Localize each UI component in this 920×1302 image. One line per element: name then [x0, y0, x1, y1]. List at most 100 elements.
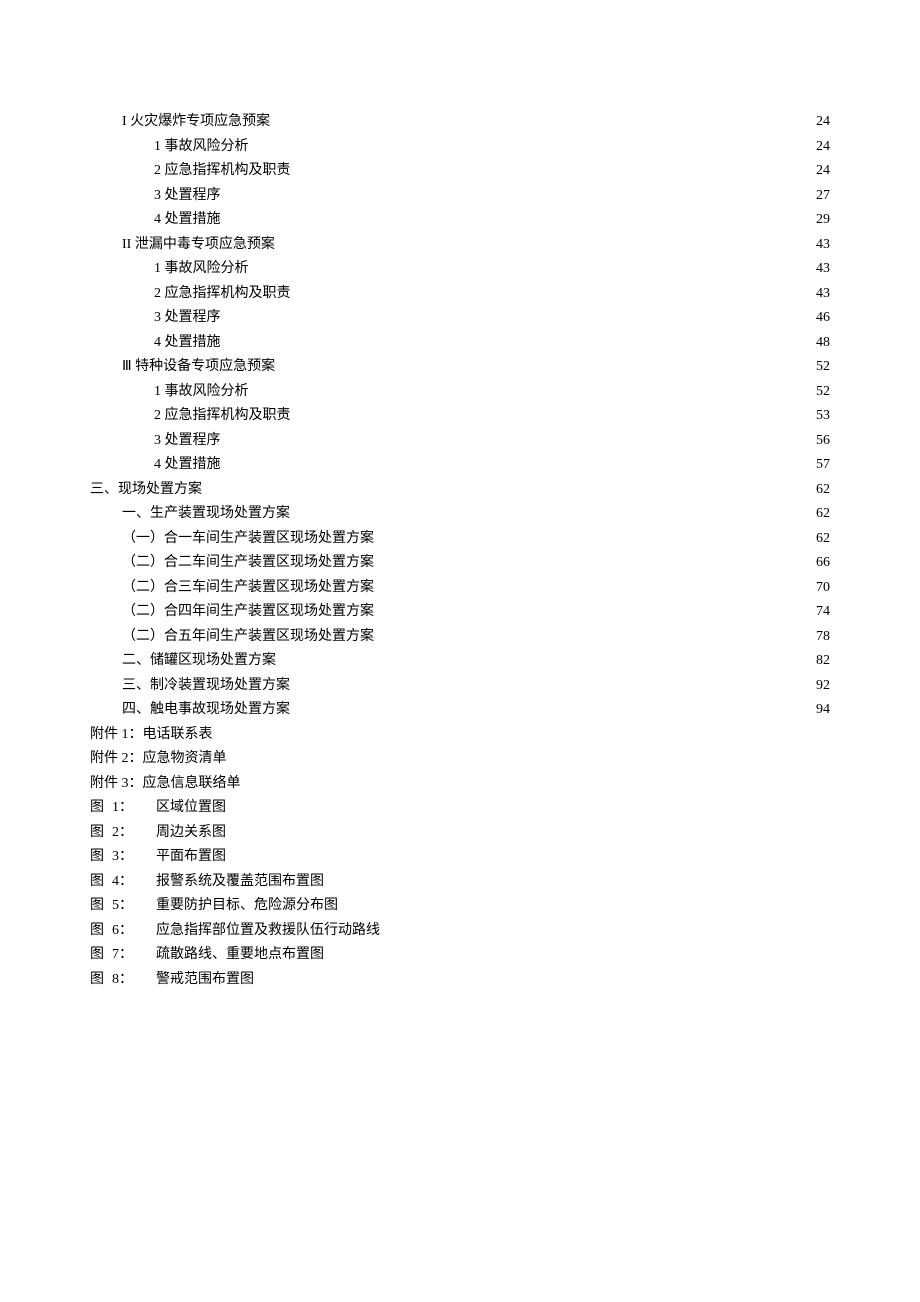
toc-label: 二、储罐区现场处置方案: [122, 649, 276, 674]
figure-line: 图3：平面布置图: [90, 845, 830, 870]
figure-line: 图1：区域位置图: [90, 796, 830, 821]
figures-list: 图1：区域位置图图2：周边关系图图3：平面布置图图4：报警系统及覆盖范围布置图图…: [90, 796, 830, 992]
toc-label: 1 事故风险分析: [154, 380, 249, 405]
toc-page-number: 66: [814, 551, 830, 576]
table-of-contents: I 火灾爆炸专项应急预案 241 事故风险分析 242 应急指挥机构及职责 24…: [90, 110, 830, 723]
toc-page-number: 70: [814, 576, 830, 601]
toc-page-number: 24: [814, 110, 830, 135]
toc-page-number: 94: [814, 698, 830, 723]
figure-line: 图7：疏散路线、重要地点布置图: [90, 943, 830, 968]
toc-page-number: 52: [814, 380, 830, 405]
toc-page-number: 43: [814, 257, 830, 282]
toc-entry: 3 处置程序 56: [90, 429, 830, 454]
toc-entry: 一、生产装置现场处置方案 62: [90, 502, 830, 527]
toc-entry: 4 处置措施 57: [90, 453, 830, 478]
toc-label: （二）合二车间生产装置区现场处置方案: [122, 551, 374, 576]
toc-page-number: 74: [814, 600, 830, 625]
toc-entry: 二、储罐区现场处置方案 82: [90, 649, 830, 674]
figure-number: 5：: [112, 894, 156, 919]
toc-entry: 1 事故风险分析 52: [90, 380, 830, 405]
figure-title: 周边关系图: [156, 821, 830, 846]
toc-label: 4 处置措施: [154, 331, 221, 356]
toc-page-number: 62: [814, 478, 830, 503]
figure-number: 2：: [112, 821, 156, 846]
figure-label: 图: [90, 968, 112, 993]
toc-entry: （二）合四年间生产装置区现场处置方案 74: [90, 600, 830, 625]
toc-entry: 4 处置措施 48: [90, 331, 830, 356]
toc-entry: 四、触电事故现场处置方案 94: [90, 698, 830, 723]
attachments-list: 附件 1：电话联系表附件 2：应急物资清单附件 3：应急信息联络单: [90, 723, 830, 797]
figure-label: 图: [90, 943, 112, 968]
toc-entry: I 火灾爆炸专项应急预案 24: [90, 110, 830, 135]
toc-label: （二）合四年间生产装置区现场处置方案: [122, 600, 374, 625]
figure-line: 图2：周边关系图: [90, 821, 830, 846]
toc-entry: II 泄漏中毒专项应急预案 43: [90, 233, 830, 258]
figure-title: 疏散路线、重要地点布置图: [156, 943, 830, 968]
toc-page-number: 24: [814, 135, 830, 160]
toc-label: 三、现场处置方案: [90, 478, 202, 503]
toc-label: 四、触电事故现场处置方案: [122, 698, 290, 723]
toc-page-number: 92: [814, 674, 830, 699]
attachment-line: 附件 1：电话联系表: [90, 723, 830, 748]
toc-label: 3 处置程序: [154, 429, 221, 454]
toc-label: 1 事故风险分析: [154, 135, 249, 160]
toc-entry: Ⅲ 特种设备专项应急预案 52: [90, 355, 830, 380]
toc-label: （二）合五年间生产装置区现场处置方案: [122, 625, 374, 650]
toc-page-number: 62: [814, 502, 830, 527]
toc-entry: （二）合五年间生产装置区现场处置方案78: [90, 625, 830, 650]
figure-label: 图: [90, 845, 112, 870]
figure-number: 8：: [112, 968, 156, 993]
figure-label: 图: [90, 894, 112, 919]
toc-page-number: 62: [814, 527, 830, 552]
toc-page-number: 56: [814, 429, 830, 454]
toc-label: 2 应急指挥机构及职责: [154, 159, 291, 184]
figure-title: 警戒范围布置图: [156, 968, 830, 993]
toc-label: （二）合三车间生产装置区现场处置方案: [122, 576, 374, 601]
toc-page-number: 52: [814, 355, 830, 380]
figure-line: 图4：报警系统及覆盖范围布置图: [90, 870, 830, 895]
toc-label: 3 处置程序: [154, 184, 221, 209]
toc-label: 3 处置程序: [154, 306, 221, 331]
toc-label: I 火灾爆炸专项应急预案: [122, 110, 270, 135]
figure-number: 6：: [112, 919, 156, 944]
toc-page-number: 27: [814, 184, 830, 209]
figure-line: 图6：应急指挥部位置及救援队伍行动路线: [90, 919, 830, 944]
toc-page-number: 29: [814, 208, 830, 233]
toc-label: 4 处置措施: [154, 453, 221, 478]
toc-entry: 3 处置程序 27: [90, 184, 830, 209]
figure-number: 7：: [112, 943, 156, 968]
figure-label: 图: [90, 870, 112, 895]
figure-number: 3：: [112, 845, 156, 870]
figure-title: 报警系统及覆盖范围布置图: [156, 870, 830, 895]
figure-title: 区域位置图: [156, 796, 830, 821]
toc-entry: 三、现场处置方案 62: [90, 478, 830, 503]
toc-page-number: 43: [814, 233, 830, 258]
figure-label: 图: [90, 796, 112, 821]
figure-title: 应急指挥部位置及救援队伍行动路线: [156, 919, 830, 944]
toc-label: 4 处置措施: [154, 208, 221, 233]
toc-page-number: 82: [814, 649, 830, 674]
toc-entry: 1 事故风险分析 24: [90, 135, 830, 160]
toc-page-number: 46: [814, 306, 830, 331]
toc-label: （一）合一车间生产装置区现场处置方案: [122, 527, 374, 552]
figure-number: 1：: [112, 796, 156, 821]
toc-entry: 2 应急指挥机构及职责 43: [90, 282, 830, 307]
figure-label: 图: [90, 821, 112, 846]
toc-entry: 三、制冷装置现场处置方案 92: [90, 674, 830, 699]
figure-line: 图8：警戒范围布置图: [90, 968, 830, 993]
toc-label: 2 应急指挥机构及职责: [154, 404, 291, 429]
toc-entry: 3 处置程序 46: [90, 306, 830, 331]
attachment-line: 附件 3：应急信息联络单: [90, 772, 830, 797]
toc-page-number: 48: [814, 331, 830, 356]
toc-label: II 泄漏中毒专项应急预案: [122, 233, 275, 258]
toc-entry: 2 应急指挥机构及职责 24: [90, 159, 830, 184]
toc-page-number: 53: [814, 404, 830, 429]
toc-page-number: 57: [814, 453, 830, 478]
figure-title: 平面布置图: [156, 845, 830, 870]
figure-title: 重要防护目标、危险源分布图: [156, 894, 830, 919]
toc-label: Ⅲ 特种设备专项应急预案: [122, 355, 275, 380]
toc-label: 1 事故风险分析: [154, 257, 249, 282]
toc-page-number: 24: [814, 159, 830, 184]
toc-label: 一、生产装置现场处置方案: [122, 502, 290, 527]
toc-entry: （一）合一车间生产装置区现场处置方案 62: [90, 527, 830, 552]
